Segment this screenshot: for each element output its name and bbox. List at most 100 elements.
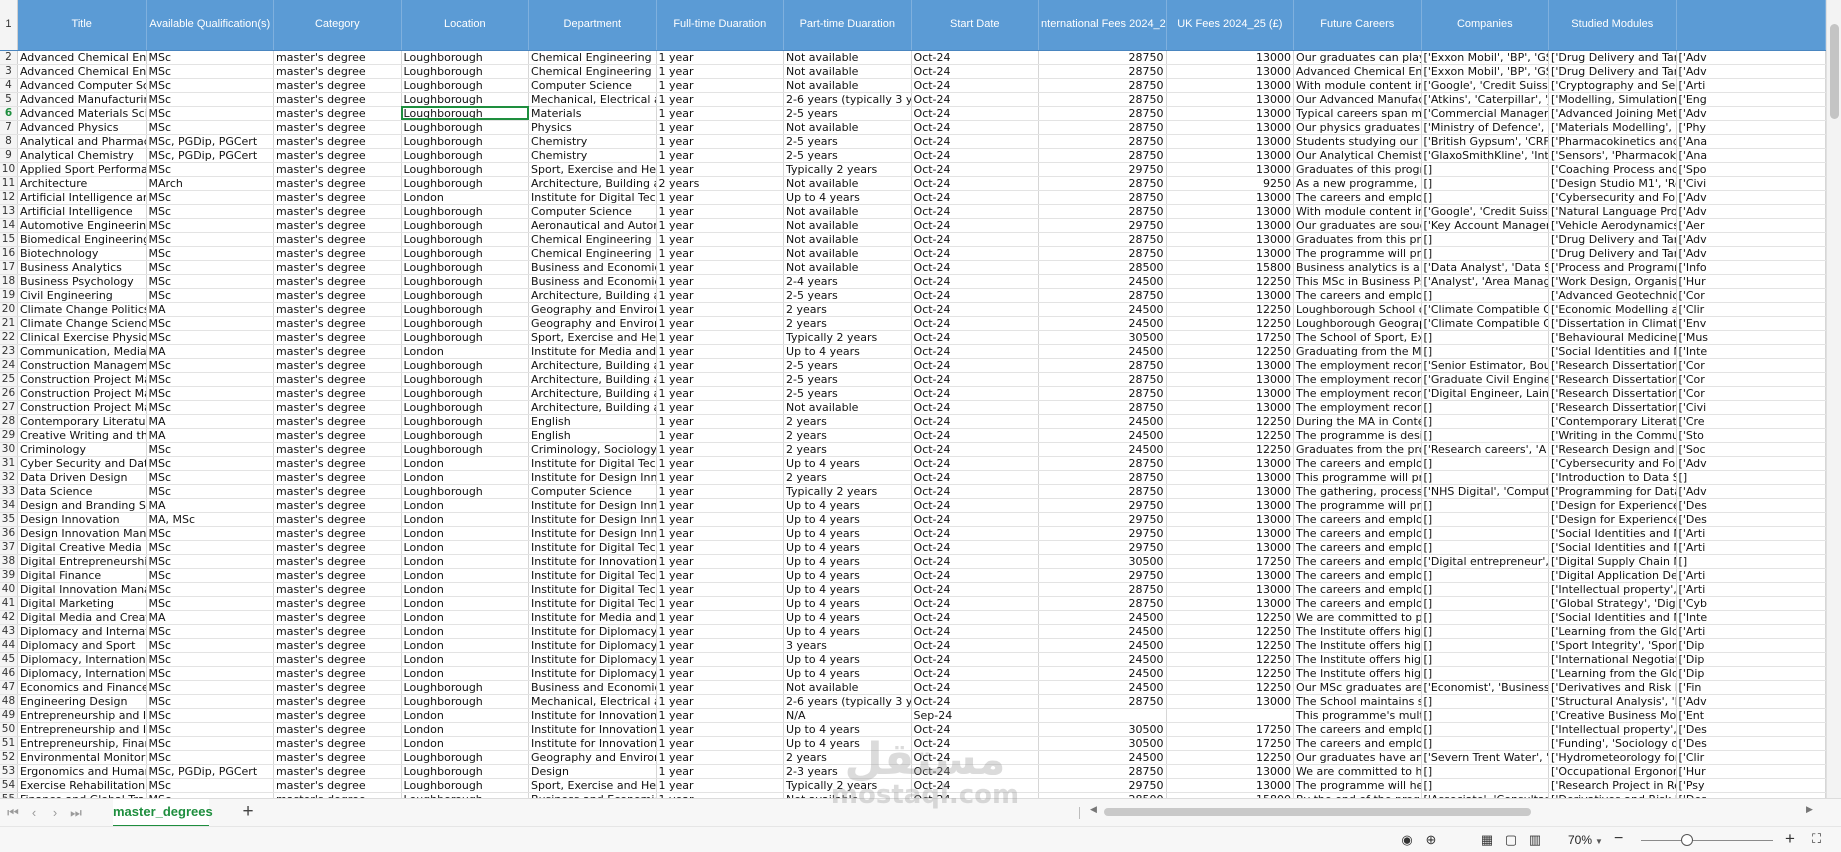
table-cell[interactable]: ['Arti bbox=[1676, 624, 1826, 639]
row-number[interactable]: 38 bbox=[0, 554, 18, 569]
table-cell[interactable]: Institute for Diplomacy and Internationa… bbox=[528, 624, 657, 639]
table-cell[interactable]: ['Introduction to Data Scien bbox=[1548, 470, 1677, 485]
table-cell[interactable]: 30500 bbox=[1038, 736, 1167, 751]
table-cell[interactable]: Our MSc graduates are in a strong p bbox=[1293, 680, 1422, 695]
table-cell[interactable]: Graduating from the MA in C bbox=[1293, 344, 1422, 359]
table-cell[interactable]: 13000 bbox=[1166, 484, 1295, 499]
table-cell[interactable]: [] bbox=[1421, 764, 1550, 779]
table-cell[interactable]: 13000 bbox=[1166, 120, 1295, 135]
table-cell[interactable]: Loughborough bbox=[401, 134, 530, 149]
table-cell[interactable]: 28750 bbox=[1038, 204, 1167, 219]
table-cell[interactable]: 28750 bbox=[1038, 764, 1167, 779]
table-cell[interactable]: Oct-24 bbox=[911, 120, 1040, 135]
table-cell[interactable]: ['Adv bbox=[1676, 190, 1826, 205]
table-cell[interactable]: During the MA in Contempor bbox=[1293, 414, 1422, 429]
table-cell[interactable]: 28750 bbox=[1038, 358, 1167, 373]
table-cell[interactable]: 13000 bbox=[1166, 358, 1295, 373]
table-cell[interactable]: Institute for Design Innovation bbox=[528, 498, 657, 513]
table-cell[interactable]: ['Des bbox=[1676, 722, 1826, 737]
table-cell[interactable]: Not available bbox=[783, 64, 912, 79]
table-cell[interactable]: Sport, Exercise and Health Sciences bbox=[528, 330, 657, 345]
table-cell[interactable]: ['Vehicle Aerodynamics', 'Po bbox=[1548, 218, 1677, 233]
row-number[interactable]: 46 bbox=[0, 666, 18, 681]
table-cell[interactable]: 28750 bbox=[1038, 456, 1167, 471]
table-cell[interactable]: master's degree bbox=[273, 246, 402, 261]
table-cell[interactable]: Construction Management bbox=[17, 358, 147, 373]
table-cell[interactable]: 24500 bbox=[1038, 638, 1167, 653]
column-header[interactable] bbox=[1676, 0, 1826, 51]
table-cell[interactable]: Not available bbox=[783, 50, 912, 65]
table-cell[interactable]: ['Civi bbox=[1676, 176, 1826, 191]
table-cell[interactable]: The careers and employabili bbox=[1293, 722, 1422, 737]
table-cell[interactable]: We are committed to prepa bbox=[1293, 610, 1422, 625]
table-cell[interactable]: 2-5 years bbox=[783, 372, 912, 387]
table-cell[interactable]: Oct-24 bbox=[911, 652, 1040, 667]
table-cell[interactable]: Institute for Digital Technologies bbox=[528, 190, 657, 205]
table-cell[interactable]: Loughborough bbox=[401, 358, 530, 373]
table-cell[interactable]: ['Hur bbox=[1676, 764, 1826, 779]
table-cell[interactable]: master's degree bbox=[273, 736, 402, 751]
table-cell[interactable]: Institute for Diplomacy and Internationa… bbox=[528, 638, 657, 653]
table-cell[interactable]: 13000 bbox=[1166, 694, 1295, 709]
table-cell[interactable]: The employment record of t bbox=[1293, 358, 1422, 373]
table-cell[interactable]: Oct-24 bbox=[911, 456, 1040, 471]
table-cell[interactable]: Loughborough bbox=[401, 428, 530, 443]
table-cell[interactable]: ['Adv bbox=[1676, 694, 1826, 709]
table-cell[interactable]: master's degree bbox=[273, 260, 402, 275]
row-number[interactable]: 52 bbox=[0, 750, 18, 765]
table-cell[interactable]: ['Work Design, Organisation bbox=[1548, 274, 1677, 289]
table-cell[interactable]: 28750 bbox=[1038, 92, 1167, 107]
table-cell[interactable]: Advanced Chemical Engineering bbox=[17, 64, 147, 79]
table-cell[interactable]: MSc bbox=[146, 568, 275, 583]
table-cell[interactable]: ['Cor bbox=[1676, 386, 1826, 401]
row-number[interactable]: 30 bbox=[0, 442, 18, 457]
table-cell[interactable]: MSc bbox=[146, 680, 275, 695]
table-cell[interactable]: The gathering, processing, a bbox=[1293, 484, 1422, 499]
table-cell[interactable]: Oct-24 bbox=[911, 260, 1040, 275]
table-cell[interactable]: Institute for Digital Technologies bbox=[528, 568, 657, 583]
table-cell[interactable]: English bbox=[528, 428, 657, 443]
page-break-icon[interactable]: ▥ bbox=[1526, 832, 1544, 848]
table-cell[interactable]: 28750 bbox=[1038, 470, 1167, 485]
table-cell[interactable]: MSc bbox=[146, 484, 275, 499]
table-cell[interactable]: ['Process and Programming bbox=[1548, 260, 1677, 275]
row-number[interactable]: 37 bbox=[0, 540, 18, 555]
table-cell[interactable]: 2-6 years (typically 3 years) bbox=[783, 92, 912, 107]
table-cell[interactable]: 2 years bbox=[783, 302, 912, 317]
table-cell[interactable]: Criminology bbox=[17, 442, 147, 457]
table-cell[interactable]: Chemical Engineering bbox=[528, 50, 657, 65]
table-cell[interactable]: London bbox=[401, 190, 530, 205]
table-cell[interactable]: master's degree bbox=[273, 232, 402, 247]
table-cell[interactable]: Diplomacy, International Business and Tr… bbox=[17, 652, 147, 667]
table-cell[interactable]: 1 year bbox=[656, 652, 785, 667]
table-cell[interactable]: This programme will provide bbox=[1293, 470, 1422, 485]
table-cell[interactable]: Construction Project Management with BIM bbox=[17, 386, 147, 401]
table-cell[interactable]: Oct-24 bbox=[911, 64, 1040, 79]
table-cell[interactable]: Mechanical, Electrical and Manufacturing bbox=[528, 694, 657, 709]
table-cell[interactable]: Digital Entrepreneurship bbox=[17, 554, 147, 569]
table-cell[interactable]: The careers and employabili bbox=[1293, 736, 1422, 751]
table-cell[interactable]: ['NHS Digital', 'Computacent bbox=[1421, 484, 1550, 499]
table-cell[interactable]: 13000 bbox=[1166, 498, 1295, 513]
table-cell[interactable]: Contemporary Literature and Culture bbox=[17, 414, 147, 429]
table-cell[interactable]: The programme will help th bbox=[1293, 778, 1422, 793]
table-cell[interactable]: ['Intellectual property', 'Digi bbox=[1548, 582, 1677, 597]
column-header[interactable]: Available Qualification(s) bbox=[146, 0, 275, 51]
table-cell[interactable]: 1 year bbox=[656, 50, 785, 65]
table-cell[interactable]: ['Des bbox=[1676, 736, 1826, 751]
table-cell[interactable]: ['Cor bbox=[1676, 288, 1826, 303]
table-cell[interactable]: The Institute offers high-qua bbox=[1293, 638, 1422, 653]
table-cell[interactable]: Mechanical, Electrical and Manufacturing bbox=[528, 92, 657, 107]
table-cell[interactable]: Institute for Digital Technologies bbox=[528, 582, 657, 597]
table-cell[interactable]: 24500 bbox=[1038, 680, 1167, 695]
table-cell[interactable]: 13000 bbox=[1166, 526, 1295, 541]
table-cell[interactable] bbox=[1038, 708, 1167, 723]
table-cell[interactable]: Business and Economics bbox=[528, 274, 657, 289]
table-cell[interactable]: 12250 bbox=[1166, 680, 1295, 695]
table-cell[interactable]: Loughborough School of Soc bbox=[1293, 302, 1422, 317]
table-cell[interactable]: ['Drug Delivery and Targetin bbox=[1548, 64, 1677, 79]
row-number[interactable]: 47 bbox=[0, 680, 18, 695]
table-cell[interactable]: The programme will provide bbox=[1293, 498, 1422, 513]
table-cell[interactable]: Oct-24 bbox=[911, 778, 1040, 793]
table-cell[interactable]: 1 year bbox=[656, 148, 785, 163]
